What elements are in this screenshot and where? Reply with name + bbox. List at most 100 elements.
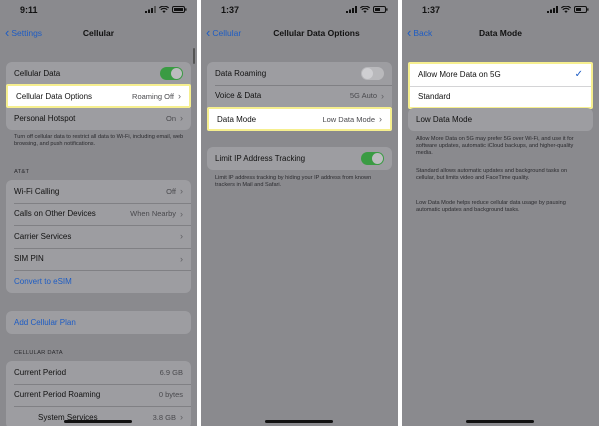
row-sim-pin[interactable]: SIM PIN › — [6, 247, 191, 271]
row-label: Allow More Data on 5G — [418, 70, 501, 80]
usage-group: Current Period 6.9 GB Current Period Roa… — [6, 361, 191, 426]
row-cellular-data-options-highlighted[interactable]: Cellular Data Options Roaming Off › — [8, 86, 189, 106]
status-time: 1:37 — [422, 5, 441, 15]
row-label: Current Period Roaming — [14, 390, 101, 400]
battery-icon — [574, 6, 589, 13]
row-convert-esim[interactable]: Convert to eSIM — [6, 270, 191, 293]
row-current-period: Current Period 6.9 GB — [6, 361, 191, 384]
row-value: 5G Auto — [349, 91, 377, 101]
chevron-right-icon: › — [180, 253, 183, 264]
page-title: Cellular — [82, 28, 115, 38]
option-low-data-mode[interactable]: Low Data Mode — [408, 108, 593, 131]
status-bar: 9:11 — [0, 0, 197, 22]
wifi-icon — [159, 6, 169, 13]
row-current-period-roaming: Current Period Roaming 0 bytes — [6, 383, 191, 407]
row-voice-data[interactable]: Voice & Data 5G Auto › — [207, 84, 392, 108]
row-label: Convert to eSIM — [14, 276, 72, 286]
row-value: On — [165, 113, 176, 123]
home-indicator[interactable] — [64, 420, 132, 423]
chevron-right-icon: › — [381, 90, 384, 101]
row-system-services[interactable]: System Services 3.8 GB › — [6, 406, 191, 426]
desc-allow-more-data: Allow More Data on 5G may prefer 5G over… — [416, 136, 574, 157]
toggle-knob — [171, 67, 182, 79]
row-label: Limit IP Address Tracking — [215, 153, 306, 163]
row-label: Cellular Data Options — [16, 91, 93, 101]
limit-ip-toggle[interactable] — [361, 151, 384, 165]
limit-ip-group: Limit IP Address Tracking — [207, 147, 392, 170]
limit-ip-footer: Limit IP address tracking by hiding your… — [215, 175, 372, 189]
row-data-roaming: Data Roaming — [207, 62, 392, 85]
cellular-screen: 9:11 ‹ Settings Cellular Cellular Data C… — [0, 0, 197, 426]
desc-standard: Standard allows automatic updates and ba… — [416, 168, 568, 182]
chevron-right-icon: › — [379, 114, 382, 124]
toggle-knob — [372, 152, 383, 164]
row-label: Add Cellular Plan — [14, 317, 76, 327]
section-header-cellular-data: CELLULAR DATA — [14, 350, 63, 356]
row-wifi-calling[interactable]: Wi-Fi Calling Off › — [6, 180, 191, 203]
row-label: Voice & Data — [215, 91, 262, 101]
nav-bar: ‹ Cellular Cellular Data Options — [201, 22, 398, 46]
row-value: 6.9 GB — [159, 367, 183, 377]
row-personal-hotspot[interactable]: Personal Hotspot On › — [6, 107, 191, 130]
chevron-right-icon: › — [180, 412, 183, 423]
chevron-left-icon: ‹ — [206, 25, 211, 40]
status-icons — [346, 6, 388, 13]
row-label: Cellular Data — [14, 68, 61, 78]
page-title: Data Mode — [479, 28, 522, 38]
low-data-mode-group: Low Data Mode — [408, 108, 593, 131]
add-cellular-plan-button[interactable]: Add Cellular Plan — [6, 311, 191, 334]
battery-icon — [373, 6, 388, 13]
cellular-data-toggle[interactable] — [160, 66, 183, 80]
row-calls-other-devices[interactable]: Calls on Other Devices When Nearby › — [6, 202, 191, 226]
row-label: Carrier Services — [14, 231, 72, 241]
wifi-icon — [561, 6, 571, 13]
nav-bar: ‹ Settings Cellular — [0, 22, 197, 46]
cellular-data-options-screen: 1:37 ‹ Cellular Cellular Data Options Da… — [201, 0, 398, 426]
row-label: Data Mode — [217, 114, 257, 124]
page-title: Cellular Data Options — [273, 28, 360, 38]
chevron-right-icon: › — [180, 113, 183, 124]
highlight-data-mode-options: Allow More Data on 5G ✓ Standard — [408, 62, 593, 109]
option-allow-more-data-5g[interactable]: Allow More Data on 5G ✓ — [410, 64, 591, 86]
row-data-mode-highlighted[interactable]: Data Mode Low Data Mode › — [209, 109, 390, 129]
status-bar: 1:37 — [201, 0, 398, 22]
data-roaming-toggle[interactable] — [361, 66, 384, 80]
row-value: Roaming Off — [132, 91, 174, 101]
status-bar: 1:37 — [402, 0, 599, 22]
highlight-data-mode[interactable]: Data Mode Low Data Mode › — [207, 107, 392, 131]
wifi-icon — [360, 6, 370, 13]
nav-bar: ‹ Back Data Mode — [402, 22, 599, 46]
toggle-knob — [362, 67, 373, 79]
option-standard[interactable]: Standard — [410, 85, 591, 108]
checkmark-icon: ✓ — [574, 69, 583, 81]
row-value: Off — [166, 186, 176, 196]
home-indicator[interactable] — [265, 420, 333, 423]
chevron-right-icon: › — [180, 208, 183, 219]
row-value: When Nearby — [130, 209, 176, 219]
scroll-indicator[interactable] — [193, 48, 195, 64]
status-icons — [547, 6, 589, 13]
row-label: Low Data Mode — [416, 114, 473, 124]
highlight-cellular-data-options[interactable]: Cellular Data Options Roaming Off › — [6, 84, 191, 108]
row-label: Current Period — [14, 367, 67, 377]
desc-low-data-mode: Low Data Mode helps reduce cellular data… — [416, 200, 566, 214]
row-label: Standard — [418, 92, 451, 102]
row-label: Calls on Other Devices — [14, 209, 96, 219]
row-value: 0 bytes — [158, 390, 183, 400]
row-label: Data Roaming — [215, 68, 267, 78]
battery-icon — [172, 6, 187, 13]
section-header-carrier: AT&T — [14, 169, 30, 175]
add-plan-group: Add Cellular Plan — [6, 311, 191, 334]
cellular-footer: Turn off cellular data to restrict all d… — [14, 134, 184, 148]
signal-icon — [547, 6, 558, 13]
row-cellular-data: Cellular Data — [6, 62, 191, 85]
home-indicator[interactable] — [466, 420, 534, 423]
signal-icon — [346, 6, 357, 13]
data-mode-screen: 1:37 ‹ Back Data Mode Allow More Data on… — [402, 0, 599, 426]
row-label: SIM PIN — [14, 254, 44, 264]
row-carrier-services[interactable]: Carrier Services › — [6, 225, 191, 248]
row-label: Wi-Fi Calling — [14, 186, 60, 196]
carrier-group: Wi-Fi Calling Off › Calls on Other Devic… — [6, 180, 191, 293]
row-limit-ip: Limit IP Address Tracking — [207, 147, 392, 170]
chevron-right-icon: › — [178, 91, 181, 101]
